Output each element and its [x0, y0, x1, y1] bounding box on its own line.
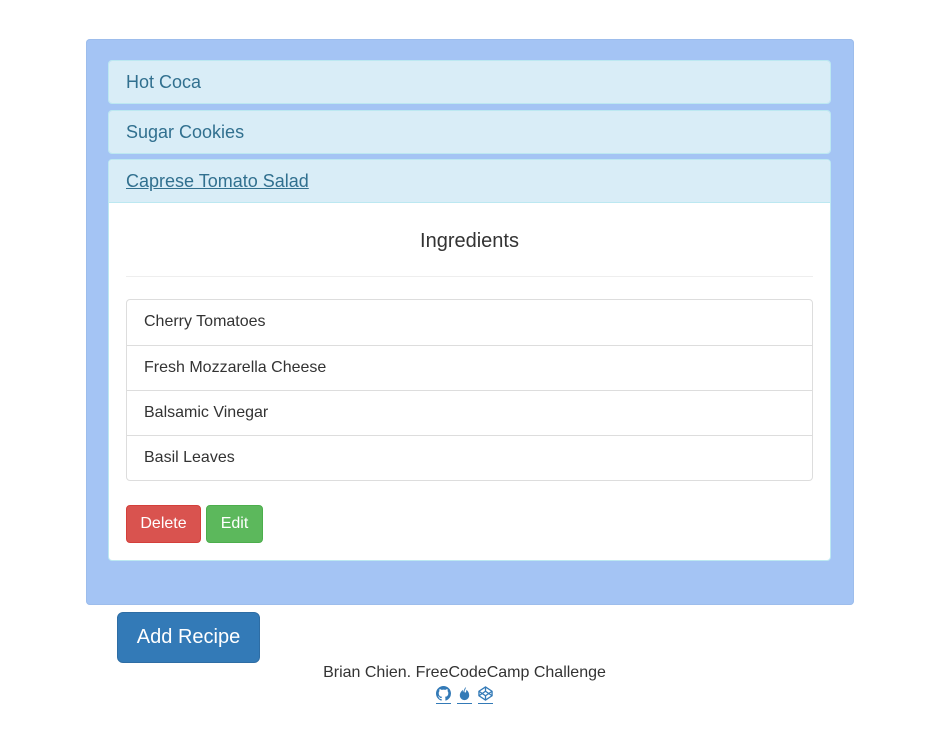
recipe-title[interactable]: Hot Coca: [126, 72, 201, 92]
recipe-heading-hot-coca[interactable]: Hot Coca: [109, 61, 830, 103]
edit-button[interactable]: Edit: [206, 505, 263, 543]
ingredient-item: Fresh Mozzarella Cheese: [127, 345, 812, 390]
ingredients-heading: Ingredients: [420, 230, 519, 252]
ingredient-item: Basil Leaves: [127, 435, 812, 480]
recipe-panel: Hot Coca: [108, 60, 831, 104]
freecodecamp-icon[interactable]: [457, 686, 472, 704]
codepen-icon[interactable]: [478, 686, 494, 704]
recipe-title[interactable]: Sugar Cookies: [126, 122, 244, 142]
footer-links: [0, 686, 929, 706]
ingredient-item: Cherry Tomatoes: [144, 313, 266, 330]
recipe-panel-expanded: Caprese Tomato Salad Ingredients Cherry …: [108, 159, 831, 561]
ingredient-item: Balsamic Vinegar: [127, 390, 812, 435]
recipe-panel: Sugar Cookies: [108, 110, 831, 154]
github-icon[interactable]: [435, 686, 451, 704]
recipe-heading-caprese-tomato-salad[interactable]: Caprese Tomato Salad: [109, 160, 830, 203]
delete-button[interactable]: Delete: [126, 505, 201, 543]
divider: [126, 276, 813, 277]
recipe-title[interactable]: Caprese Tomato Salad: [126, 171, 309, 191]
ingredients-list: Cherry Tomatoes Fresh Mozzarella Cheese …: [126, 299, 813, 481]
add-recipe-button[interactable]: Add Recipe: [117, 612, 260, 663]
recipe-heading-sugar-cookies[interactable]: Sugar Cookies: [109, 111, 830, 153]
recipe-box: Hot Coca Sugar Cookies Caprese Tomato Sa…: [86, 39, 854, 605]
footer-credit: Brian Chien. FreeCodeCamp Challenge: [323, 664, 606, 681]
